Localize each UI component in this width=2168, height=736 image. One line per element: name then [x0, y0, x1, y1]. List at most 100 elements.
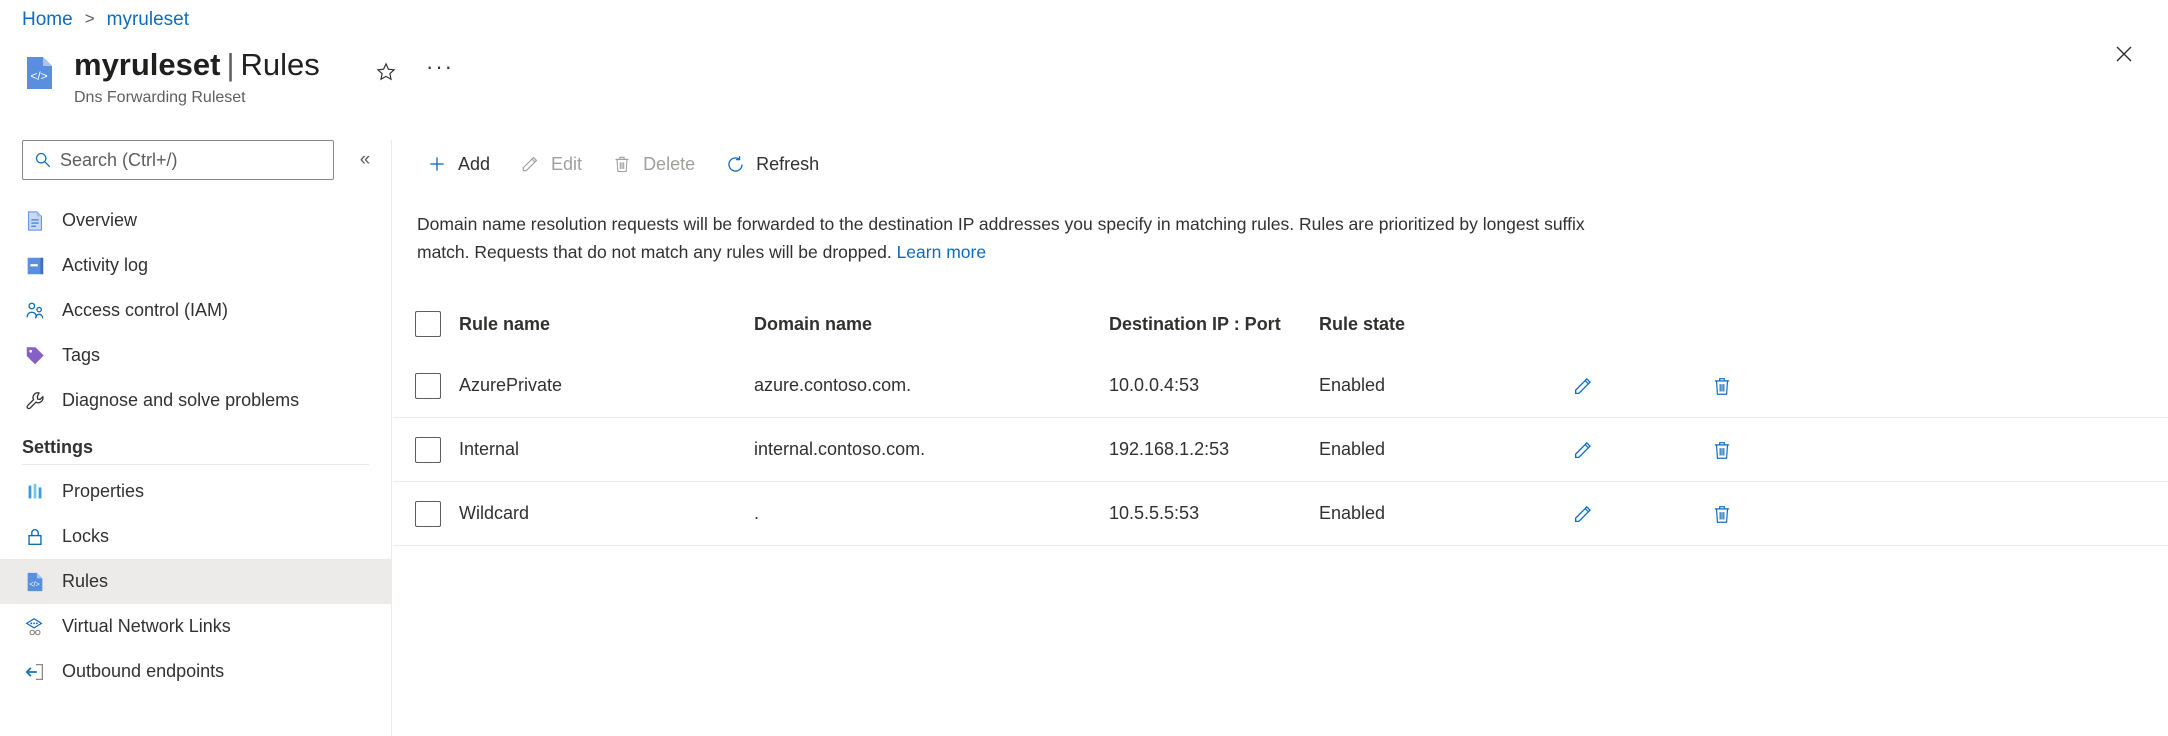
row-edit-pencil-icon[interactable]: [1566, 497, 1600, 531]
learn-more-link[interactable]: Learn more: [897, 242, 987, 262]
refresh-icon: [723, 152, 747, 176]
row-edit-pencil-icon[interactable]: [1566, 433, 1600, 467]
outbound-endpoints-icon: [22, 659, 48, 685]
description-text: Domain name resolution requests will be …: [417, 210, 1597, 266]
refresh-button[interactable]: Refresh: [715, 146, 833, 182]
sidebar-item-outbound-endpoints[interactable]: Outbound endpoints: [0, 649, 391, 694]
sidebar-group-title: Settings: [22, 437, 94, 457]
sidebar-item-label: Overview: [62, 210, 138, 230]
sidebar-item-locks[interactable]: Locks: [0, 514, 391, 559]
search-input[interactable]: [60, 149, 300, 171]
cell-destination: 10.5.5.5:53: [1109, 503, 1200, 523]
sidebar-search-row: «: [0, 140, 391, 180]
cell-edit-action: [1519, 497, 1647, 531]
row-delete-trash-icon[interactable]: [1705, 433, 1739, 467]
lock-icon: [22, 524, 48, 550]
table-header-row: Rule name Domain name Destination IP : P…: [393, 294, 2168, 354]
breadcrumb-home-link[interactable]: Home: [22, 10, 73, 29]
column-header-domain-name[interactable]: Domain name: [754, 314, 1109, 335]
sidebar-item-label: Locks: [62, 526, 110, 546]
close-icon[interactable]: [2106, 36, 2142, 72]
double-chevron-left-icon[interactable]: «: [350, 145, 380, 175]
row-edit-pencil-icon[interactable]: [1566, 369, 1600, 403]
cell-edit-action: [1519, 433, 1647, 467]
activity-log-icon: [22, 253, 48, 279]
sidebar-main-items: Overview Activity log Access control (IA…: [0, 198, 391, 423]
tag-icon: [22, 343, 48, 369]
rules-icon: </>: [22, 569, 48, 595]
sidebar-item-label: Virtual Network Links: [62, 616, 231, 636]
page-title-separator: |: [226, 47, 235, 82]
pencil-icon: [518, 152, 542, 176]
star-icon[interactable]: [370, 56, 402, 88]
cell-destination: 10.0.0.4:53: [1109, 375, 1200, 395]
cell-delete-action: [1647, 433, 1797, 467]
sidebar-item-rules[interactable]: </> Rules: [0, 559, 391, 604]
properties-icon: [22, 479, 48, 505]
cell-rule-name: Internal: [459, 439, 520, 459]
search-box[interactable]: [22, 140, 334, 180]
table-row[interactable]: Internal internal.contoso.com. 192.168.1…: [393, 418, 2168, 482]
wrench-icon: [22, 388, 48, 414]
select-all-cell: [393, 311, 459, 337]
cell-destination: 192.168.1.2:53: [1109, 439, 1230, 459]
command-toolbar: Add Edit Delete Refresh: [393, 140, 2168, 188]
sidebar-item-tags[interactable]: Tags: [0, 333, 391, 378]
sidebar-settings-items: Properties Locks </> Rules Virtual Netwo…: [0, 469, 391, 694]
row-checkbox[interactable]: [415, 436, 441, 463]
sidebar-item-label: Properties: [62, 481, 145, 501]
sidebar-item-label: Access control (IAM): [62, 300, 229, 320]
column-header-destination[interactable]: Destination IP : Port: [1109, 314, 1319, 335]
delete-button[interactable]: Delete: [602, 146, 709, 182]
people-icon: [22, 298, 48, 324]
trash-icon: [610, 152, 634, 176]
page-title: myruleset | Rules: [74, 46, 320, 84]
sidebar-item-label: Activity log: [62, 255, 149, 275]
breadcrumb: Home > myruleset: [22, 10, 189, 29]
page-title-block: </> myruleset | Rules Dns Forwarding Rules…: [22, 46, 320, 107]
sidebar-item-access-control[interactable]: Access control (IAM): [0, 288, 391, 333]
table-row[interactable]: Wildcard . 10.5.5.5:53 Enabled: [393, 482, 2168, 546]
overview-icon: [22, 208, 48, 234]
sidebar-item-virtual-network-links[interactable]: Virtual Network Links: [0, 604, 391, 649]
dns-forwarding-ruleset-icon: </>: [22, 54, 60, 92]
ellipsis-icon[interactable]: ···: [424, 56, 456, 88]
sidebar-item-label: Tags: [62, 345, 101, 365]
sidebar-item-diagnose[interactable]: Diagnose and solve problems: [0, 378, 391, 423]
svg-text:</>: </>: [29, 579, 40, 588]
rules-table: Rule name Domain name Destination IP : P…: [393, 294, 2168, 546]
page-subtitle: Dns Forwarding Ruleset: [74, 89, 246, 106]
plus-icon: [425, 152, 449, 176]
row-delete-trash-icon[interactable]: [1705, 497, 1739, 531]
cell-domain-name: .: [754, 503, 760, 523]
select-all-checkbox[interactable]: [415, 311, 441, 337]
title-actions: ···: [370, 56, 456, 88]
row-delete-trash-icon[interactable]: [1705, 369, 1739, 403]
add-button[interactable]: Add: [417, 146, 504, 182]
sidebar: « Overview: [0, 140, 392, 736]
table-row[interactable]: AzurePrivate azure.contoso.com. 10.0.0.4…: [393, 354, 2168, 418]
cell-rule-name: AzurePrivate: [459, 375, 563, 395]
sidebar-item-activity-log[interactable]: Activity log: [0, 243, 391, 288]
column-header-rule-name[interactable]: Rule name: [459, 314, 754, 335]
virtual-network-links-icon: [22, 614, 48, 640]
row-select-cell: [393, 436, 459, 463]
delete-button-label: Delete: [643, 153, 696, 174]
cell-rule-state: Enabled: [1319, 439, 1386, 459]
sidebar-item-label: Diagnose and solve problems: [62, 390, 300, 410]
sidebar-item-properties[interactable]: Properties: [0, 469, 391, 514]
breadcrumb-current-link[interactable]: myruleset: [107, 10, 189, 29]
cell-rule-name: Wildcard: [459, 503, 530, 523]
description-body: Domain name resolution requests will be …: [417, 214, 1585, 262]
column-header-rule-state[interactable]: Rule state: [1319, 314, 1519, 335]
page-title-resource: myruleset: [74, 47, 221, 82]
row-checkbox[interactable]: [415, 372, 441, 399]
add-button-label: Add: [458, 153, 491, 174]
breadcrumb-separator: >: [84, 9, 95, 28]
sidebar-item-label: Outbound endpoints: [62, 661, 225, 681]
edit-button[interactable]: Edit: [510, 146, 596, 182]
cell-edit-action: [1519, 369, 1647, 403]
sidebar-item-overview[interactable]: Overview: [0, 198, 391, 243]
row-checkbox[interactable]: [415, 500, 441, 527]
sidebar-item-label: Rules: [62, 571, 109, 591]
